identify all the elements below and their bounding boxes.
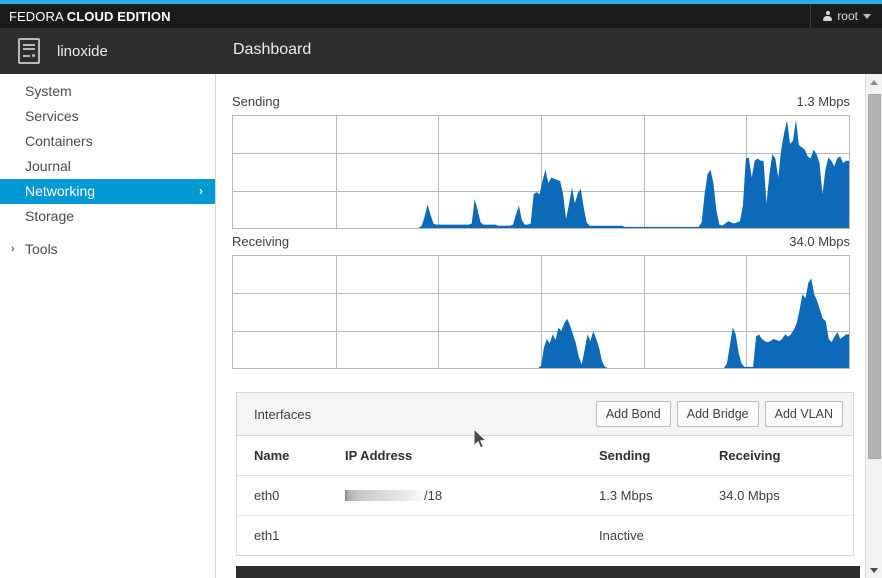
interfaces-table-head: Name IP Address Sending Receiving bbox=[237, 436, 853, 476]
cell-sending: 1.3 Mbps bbox=[599, 475, 719, 516]
sending-graph-canvas bbox=[232, 115, 850, 229]
sidebar-group-tools[interactable]: › Tools bbox=[0, 237, 215, 262]
sidebar-divider bbox=[0, 229, 215, 237]
chevron-right-icon: › bbox=[11, 243, 15, 255]
content-scrollbar[interactable] bbox=[865, 74, 882, 578]
add-vlan-button[interactable]: Add VLAN bbox=[764, 401, 843, 427]
ip-prefix-length: /18 bbox=[424, 488, 443, 503]
cell-sending: Inactive bbox=[599, 528, 644, 543]
sidebar-item-system[interactable]: System bbox=[0, 79, 215, 104]
table-row[interactable]: eth1 Inactive bbox=[237, 516, 853, 556]
sidebar-group-label: Tools bbox=[25, 241, 58, 257]
add-bridge-button[interactable]: Add Bridge bbox=[676, 401, 759, 427]
brand-prefix: FEDORA bbox=[9, 8, 67, 24]
receiving-graph-value: 34.0 Mbps bbox=[789, 234, 850, 249]
table-header-row: Name IP Address Sending Receiving bbox=[237, 436, 853, 476]
table-row[interactable]: eth0/18 1.3 Mbps 34.0 Mbps bbox=[237, 475, 853, 516]
sidebar-item-containers[interactable]: Containers bbox=[0, 129, 215, 154]
cockpit-window: FEDORA CLOUD EDITION root linoxide Dashb… bbox=[0, 0, 882, 578]
sidebar-item-storage[interactable]: Storage bbox=[0, 204, 215, 229]
interfaces-table-body: eth0/18 1.3 Mbps 34.0 Mbps eth1 Inactive bbox=[237, 475, 853, 556]
interfaces-panel-header: Interfaces Add Bond Add Bridge Add VLAN bbox=[237, 393, 853, 436]
sidebar-item-label: Services bbox=[25, 108, 79, 124]
cell-interface-name: eth0 bbox=[237, 475, 345, 516]
user-menu-label: root bbox=[837, 9, 858, 23]
host-name: linoxide bbox=[57, 42, 108, 60]
redacted-ip-address bbox=[345, 490, 424, 501]
user-menu-button[interactable]: root bbox=[810, 4, 882, 28]
column-header-ip-address: IP Address bbox=[345, 436, 599, 476]
interfaces-table: Name IP Address Sending Receiving eth0/1… bbox=[237, 436, 853, 555]
brand-title: FEDORA CLOUD EDITION bbox=[0, 9, 171, 24]
sidebar-item-services[interactable]: Services bbox=[0, 104, 215, 129]
interfaces-panel: Interfaces Add Bond Add Bridge Add VLAN … bbox=[236, 392, 854, 556]
sending-graph-label: Sending bbox=[232, 94, 280, 109]
sidebar-item-journal[interactable]: Journal bbox=[0, 154, 215, 179]
cell-receiving: 34.0 Mbps bbox=[719, 475, 853, 516]
brand-bar: FEDORA CLOUD EDITION root bbox=[0, 4, 882, 28]
sidebar-item-label: Containers bbox=[25, 133, 93, 149]
sidebar-item-label: Journal bbox=[25, 158, 71, 174]
cell-ip-address bbox=[345, 516, 599, 556]
sidebar-item-label: System bbox=[25, 83, 72, 99]
cell-ip-address: /18 bbox=[345, 475, 599, 516]
receiving-graph-label: Receiving bbox=[232, 234, 290, 249]
user-icon bbox=[823, 10, 833, 22]
receiving-graph-canvas bbox=[232, 255, 850, 369]
cell-receiving bbox=[719, 516, 853, 556]
sending-graph-block: Sending 1.3 Mbps bbox=[232, 94, 850, 229]
sidebar: System Services Containers Journal Networkin… bbox=[0, 74, 216, 578]
receiving-graph-block: Receiving 34.0 Mbps bbox=[232, 234, 850, 369]
scroll-up-icon[interactable] bbox=[866, 74, 882, 90]
brand-bold: CLOUD EDITION bbox=[66, 8, 171, 24]
page-title: Dashboard bbox=[233, 41, 312, 58]
scroll-down-icon[interactable] bbox=[866, 562, 882, 578]
add-bond-button[interactable]: Add Bond bbox=[595, 401, 671, 427]
sidebar-item-networking[interactable]: Networking › bbox=[0, 179, 215, 204]
column-header-name: Name bbox=[237, 436, 345, 476]
sidebar-item-label: Storage bbox=[25, 208, 75, 224]
chevron-right-icon: › bbox=[199, 184, 203, 198]
server-icon bbox=[18, 38, 40, 64]
next-panel-header-strip bbox=[236, 566, 860, 578]
host-bar[interactable]: linoxide bbox=[0, 28, 216, 74]
sidebar-item-label: Networking bbox=[25, 183, 96, 199]
cell-interface-name: eth1 bbox=[254, 528, 280, 543]
sending-graph-header: Sending 1.3 Mbps bbox=[232, 94, 850, 109]
sending-graph-value: 1.3 Mbps bbox=[796, 94, 850, 109]
column-header-receiving: Receiving bbox=[719, 436, 853, 476]
page-bar: Dashboard bbox=[216, 28, 882, 74]
receiving-graph-header: Receiving 34.0 Mbps bbox=[232, 234, 850, 249]
content-area: Sending 1.3 Mbps Receiving 34.0 Mbps Int… bbox=[217, 74, 882, 578]
column-header-sending: Sending bbox=[599, 436, 719, 476]
chevron-down-icon bbox=[863, 14, 871, 19]
interfaces-panel-title: Interfaces bbox=[254, 406, 312, 422]
scrollbar-thumb[interactable] bbox=[868, 94, 881, 459]
